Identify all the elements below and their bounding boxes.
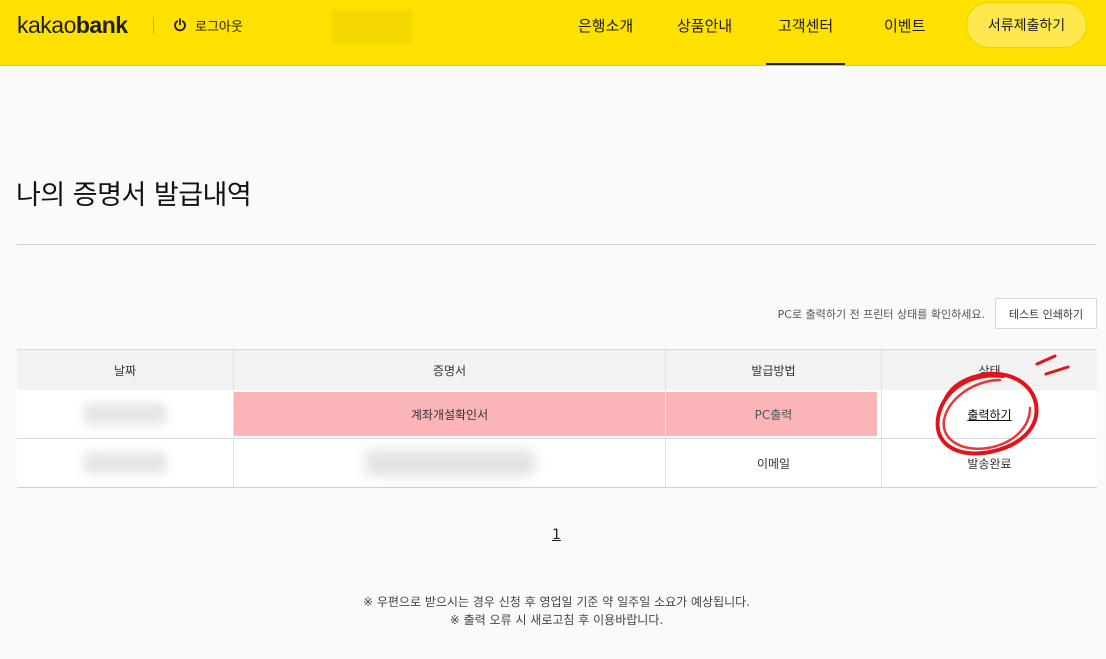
date-cell-redacted: [17, 390, 233, 438]
redacted-date: [83, 403, 167, 425]
nav-label: 상품안내: [677, 16, 733, 35]
date-cell-redacted: [17, 439, 233, 487]
table-row: 이메일 발송완료: [17, 439, 1097, 488]
kakaobank-logo[interactable]: kakaobank: [17, 12, 128, 39]
header-certificate: 증명서: [432, 363, 467, 378]
footnote-refresh: ※ 출력 오류 시 새로고침 후 이용바랍니다.: [449, 613, 664, 627]
submit-documents-button[interactable]: 서류제출하기: [966, 2, 1087, 48]
header-date: 날짜: [113, 363, 137, 378]
redacted-date: [83, 452, 167, 474]
nav-label: 이벤트: [884, 16, 926, 35]
site-header: kakaobank 로그아웃 은행소개 상품안내 고객센터 이벤트 서류제출하기: [0, 0, 1106, 66]
certificate-name-redacted: [234, 439, 665, 487]
nav-bank-intro[interactable]: 은행소개: [578, 0, 633, 66]
red-circle-annotation: [935, 354, 1070, 456]
nav-label: 고객센터: [778, 16, 834, 35]
issue-method: PC출력: [754, 407, 793, 422]
page-number-link[interactable]: 1: [552, 527, 561, 543]
test-print-button[interactable]: 테스트 인쇄하기: [995, 298, 1097, 329]
logo-text-bold: bank: [75, 12, 128, 38]
header-issue-method: 발급방법: [751, 363, 796, 378]
issue-method: 이메일: [756, 456, 791, 471]
page-title: 나의 증명서 발급내역: [16, 180, 252, 211]
table-row: 계좌개설확인서 PC출력 출력하기: [17, 390, 1097, 439]
power-icon: [173, 18, 187, 32]
table-header-row: 날짜 증명서 발급방법 상태: [17, 349, 1097, 390]
redacted-user-name: [332, 10, 412, 43]
printer-notice: PC로 출력하기 전 프린터 상태를 확인하세요.: [777, 308, 985, 321]
nav-products[interactable]: 상품안내: [677, 0, 732, 66]
header-divider: [153, 17, 154, 34]
header-status: 상태: [978, 363, 1001, 378]
logout-label: 로그아웃: [195, 19, 243, 35]
redacted-certificate: [364, 450, 535, 476]
logout-button[interactable]: 로그아웃: [173, 15, 243, 35]
status-text: 발송완료: [967, 456, 1012, 471]
footnote-mail: ※ 우편으로 받으시는 경우 신청 후 영업일 기준 약 일주일 소요가 예상됩…: [362, 595, 751, 609]
print-link[interactable]: 출력하기: [967, 406, 1011, 423]
nav-customer-center[interactable]: 고객센터: [765, 0, 846, 66]
logo-text-light: kakao: [17, 12, 76, 38]
certificate-name: 계좌개설확인서: [410, 407, 489, 422]
nav-events[interactable]: 이벤트: [884, 0, 925, 66]
status-cell: 출력하기: [882, 390, 1097, 438]
nav-label: 은행소개: [578, 16, 634, 35]
title-divider: [17, 244, 1097, 245]
